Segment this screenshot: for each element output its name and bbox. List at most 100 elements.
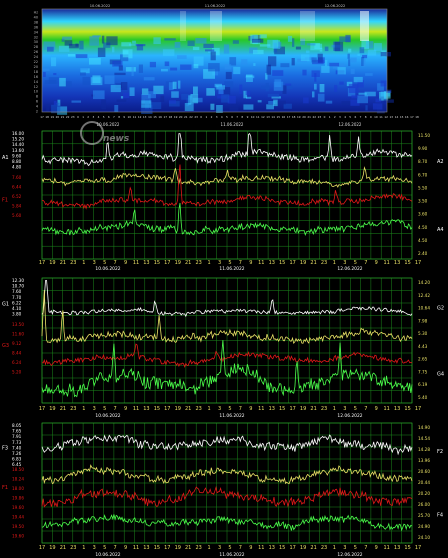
spectrogram-hour-tick: 21 bbox=[184, 115, 188, 119]
left-tick-label: 6.22 bbox=[12, 300, 22, 305]
spectrogram-cell bbox=[42, 68, 50, 71]
spectrogram-cell bbox=[101, 35, 105, 44]
spectrogram-cell bbox=[203, 43, 214, 48]
x-hour-tick: 3 bbox=[93, 545, 96, 551]
x-hour-tick: 15 bbox=[279, 545, 285, 551]
right-tick-label: 5.40 bbox=[418, 395, 428, 400]
x-hour-tick: 23 bbox=[70, 545, 76, 551]
x-hour-tick: 13 bbox=[143, 406, 149, 412]
x-hour-tick: 3 bbox=[218, 260, 221, 266]
spectrogram-cell bbox=[243, 104, 254, 110]
x-hour-tick: 23 bbox=[70, 260, 76, 266]
x-hour-tick: 13 bbox=[269, 406, 275, 412]
x-hour-tick: 9 bbox=[375, 406, 378, 412]
spectrogram-hotspot bbox=[210, 11, 222, 41]
left-tick-label: 16.00 bbox=[12, 131, 24, 136]
spectrogram-cell bbox=[348, 48, 352, 53]
x-hour-tick: 11 bbox=[384, 260, 390, 266]
x-hour-tick: 1 bbox=[333, 406, 336, 412]
spectrogram-cell bbox=[125, 67, 136, 72]
spectrogram-cell bbox=[372, 103, 383, 110]
left-axis-label-secondary: F1 bbox=[2, 197, 8, 203]
spectrogram-cell bbox=[93, 90, 105, 100]
spectrogram-cell bbox=[350, 57, 357, 63]
spectrogram-cell bbox=[123, 92, 130, 99]
spectrogram-cell bbox=[89, 57, 101, 65]
spectrogram-cell bbox=[285, 83, 292, 86]
x-hour-tick: 23 bbox=[196, 406, 202, 412]
spectrogram-cell bbox=[259, 44, 271, 47]
x-hour-tick: 17 bbox=[290, 545, 296, 551]
x-hour-tick: 15 bbox=[154, 406, 160, 412]
spectrogram-cell bbox=[357, 53, 361, 56]
x-hour-tick: 17 bbox=[290, 260, 296, 266]
x-hour-tick: 13 bbox=[143, 260, 149, 266]
right-axis-ticks: 14.90 14.54 14.28 13.96 20.60 20.44 20.20 26.00… bbox=[418, 425, 443, 540]
spectrogram-cell bbox=[114, 72, 126, 76]
spectrogram-cell bbox=[101, 99, 107, 110]
spectrogram-cell bbox=[367, 49, 377, 56]
x-hour-tick: 17 bbox=[290, 406, 296, 412]
spectrogram-cell bbox=[141, 100, 152, 108]
x-hour-tick: 5 bbox=[103, 260, 106, 266]
spectrogram-hotspot bbox=[180, 11, 186, 41]
spectrogram-cell bbox=[172, 81, 177, 89]
x-hour-tick: 11 bbox=[384, 545, 390, 551]
spectrogram-hour-tick: 15 bbox=[277, 115, 281, 119]
spectrogram-hour-tick: 11 bbox=[256, 115, 260, 119]
x-hour-tick: 11 bbox=[258, 545, 264, 551]
spectrogram-hour-tick: 12 bbox=[138, 115, 142, 119]
spectrogram-cell bbox=[253, 49, 264, 55]
right-tick-label: 14.20 bbox=[418, 280, 430, 285]
x-hour-tick: 3 bbox=[93, 406, 96, 412]
spectrogram-cell bbox=[306, 50, 310, 54]
left-tick-label-red: 6.52 bbox=[12, 194, 22, 199]
spectrogram-frequency-tick: 32 bbox=[34, 35, 38, 39]
spectrogram-cell bbox=[160, 95, 165, 102]
left-tick-label: 7.73 bbox=[12, 440, 22, 445]
right-tick-label: 8.70 bbox=[418, 159, 428, 164]
spectrogram-cell bbox=[149, 61, 156, 68]
left-tick-label-red: 6.44 bbox=[12, 185, 22, 190]
spectrogram-cell bbox=[272, 70, 284, 76]
spectrogram-cell bbox=[253, 63, 256, 66]
spectrogram-hour-tick: 7 bbox=[360, 115, 362, 119]
x-hour-tick: 13 bbox=[394, 545, 400, 551]
left-tick-label-red: 6.24 bbox=[12, 360, 22, 365]
x-hour-tick: 21 bbox=[60, 406, 66, 412]
spectrogram-cell bbox=[245, 90, 251, 95]
right-tick-label: 14.28 bbox=[418, 447, 430, 452]
spectrogram-hour-tick: 13 bbox=[266, 115, 270, 119]
spectrogram-hour-tick: 14 bbox=[148, 115, 152, 119]
spectrogram-hour-tick: 6 bbox=[231, 115, 233, 119]
spectrogram-hour-tick: 3 bbox=[216, 115, 218, 119]
left-tick-label: 14.40 bbox=[12, 142, 24, 147]
left-tick-label-red: 9.12 bbox=[12, 341, 22, 346]
spectrogram-hour-tick: 12 bbox=[261, 115, 265, 119]
spectrogram-cell bbox=[187, 40, 195, 46]
spectrogram-cell bbox=[319, 84, 325, 93]
left-tick-label-red: 13.50 bbox=[12, 322, 24, 327]
spectrogram-cell bbox=[280, 63, 290, 68]
spectrogram-cell bbox=[110, 84, 121, 93]
right-axis-label: A2 bbox=[437, 159, 444, 165]
x-hour-tick: 5 bbox=[354, 260, 357, 266]
x-hour-tick: 19 bbox=[49, 406, 55, 412]
right-tick-label: 14.54 bbox=[418, 436, 430, 441]
left-tick-label: 8.05 bbox=[12, 423, 22, 428]
chart-grid bbox=[41, 277, 413, 404]
spectrogram-cell bbox=[362, 54, 368, 59]
spectrogram-frequency-tick: 20 bbox=[34, 65, 38, 69]
spectrogram-cell bbox=[129, 87, 135, 96]
spectrogram-cell bbox=[266, 64, 271, 75]
spectrogram-cell bbox=[324, 46, 329, 52]
right-tick-label: 20.20 bbox=[418, 491, 430, 496]
spectrogram-cell bbox=[314, 83, 317, 90]
spectrogram-frequency-tick: 2 bbox=[36, 110, 38, 114]
spectrogram-cell bbox=[302, 69, 307, 76]
spectrogram-hour-tick: 16 bbox=[405, 115, 409, 119]
spectrogram-hour-tick: 17 bbox=[164, 115, 168, 119]
spectrogram-hour-tick: 13 bbox=[390, 115, 394, 119]
spectrogram-hotspot bbox=[300, 11, 315, 41]
spectrogram-hour-tick: 7 bbox=[236, 115, 238, 119]
